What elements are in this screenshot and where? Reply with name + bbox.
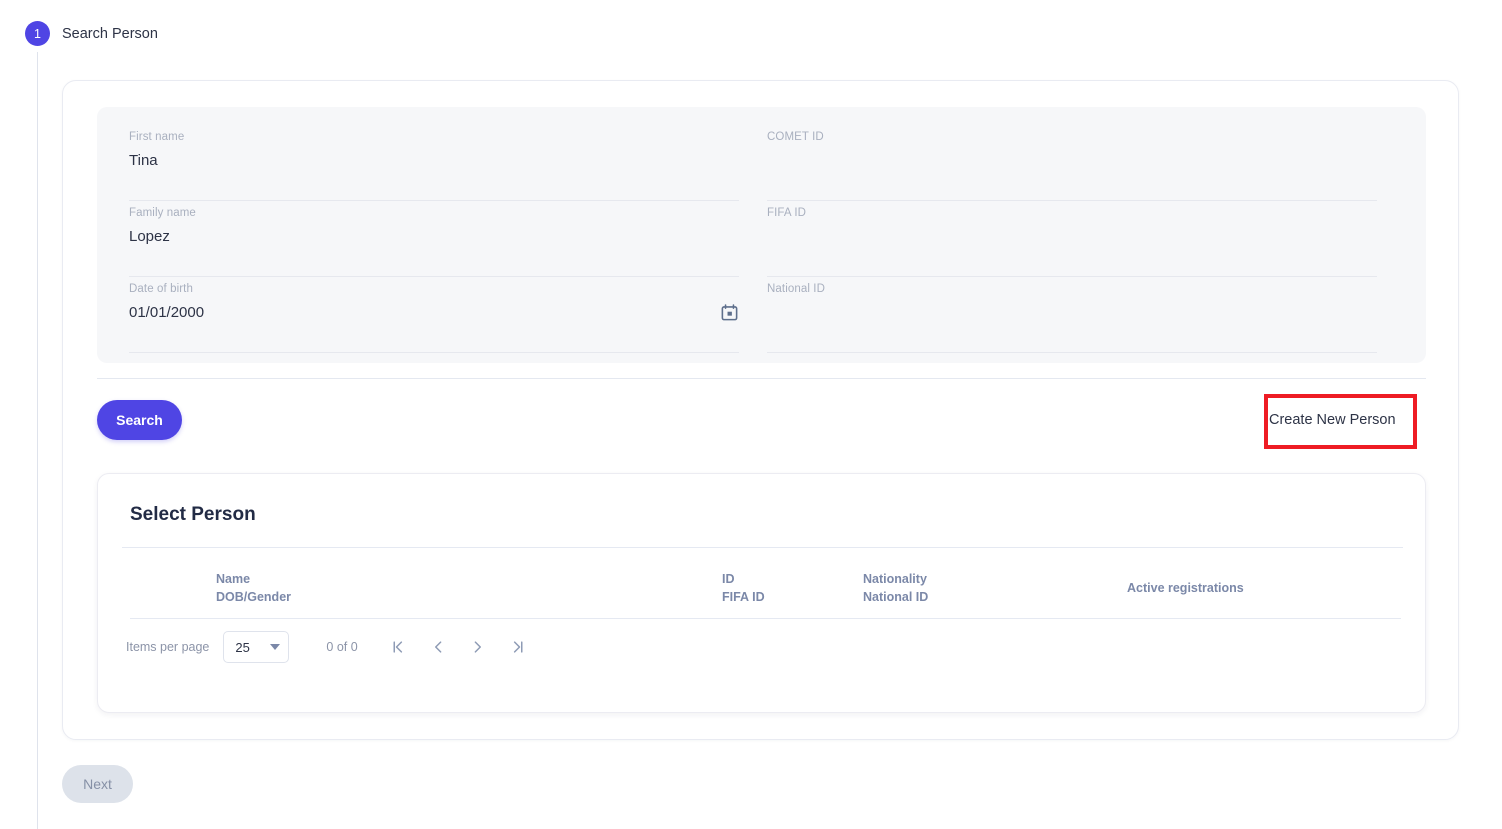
field-label: FIFA ID — [767, 207, 806, 219]
column-header-line2: National ID — [863, 588, 928, 606]
stepper-header: 1 Search Person — [25, 21, 158, 46]
actions-divider — [97, 378, 1426, 379]
items-per-page-select[interactable]: 25 — [223, 631, 289, 663]
field-label: National ID — [767, 283, 825, 295]
first-name-input[interactable]: Tina — [129, 152, 158, 169]
column-header-nationality: Nationality National ID — [863, 570, 928, 606]
next-page-button[interactable] — [467, 636, 489, 658]
items-per-page-label: Items per page — [126, 640, 209, 654]
field-first-name[interactable]: First name Tina — [129, 131, 767, 207]
column-header-line2: FIFA ID — [722, 588, 765, 606]
column-header-line1: Name — [216, 572, 250, 586]
select-person-card: Select Person Name DOB/Gender ID FIFA ID… — [97, 473, 1426, 713]
search-form-grid: First name Tina COMET ID Family name Lop… — [129, 131, 1394, 359]
previous-page-button[interactable] — [427, 636, 449, 658]
page-root: 1 Search Person First name Tina COMET ID — [0, 0, 1502, 829]
field-family-name[interactable]: Family name Lopez — [129, 207, 767, 283]
step-number-badge: 1 — [25, 21, 50, 46]
field-label: Date of birth — [129, 283, 193, 295]
items-per-page-value: 25 — [235, 640, 249, 655]
select-person-title: Select Person — [130, 504, 256, 526]
column-header-line2: DOB/Gender — [216, 588, 291, 606]
field-comet-id[interactable]: COMET ID — [767, 131, 1405, 207]
column-header-line1: ID — [722, 572, 735, 586]
paginator: Items per page 25 0 of 0 — [126, 627, 529, 667]
create-new-person-button[interactable]: Create New Person — [1269, 406, 1396, 434]
results-table-header: Name DOB/Gender ID FIFA ID Nationality N… — [130, 567, 1401, 619]
search-button[interactable]: Search — [97, 400, 182, 440]
field-label: Family name — [129, 207, 196, 219]
column-header-line1: Nationality — [863, 572, 927, 586]
calendar-icon[interactable] — [720, 303, 739, 322]
column-header-name: Name DOB/Gender — [216, 570, 291, 606]
field-fifa-id[interactable]: FIFA ID — [767, 207, 1405, 283]
search-person-card: First name Tina COMET ID Family name Lop… — [62, 80, 1459, 740]
select-person-divider — [122, 547, 1403, 548]
last-page-button[interactable] — [507, 636, 529, 658]
first-page-button[interactable] — [387, 636, 409, 658]
field-national-id[interactable]: National ID — [767, 283, 1405, 359]
field-date-of-birth[interactable]: Date of birth 01/01/2000 — [129, 283, 767, 359]
family-name-input[interactable]: Lopez — [129, 228, 170, 245]
stepper-connector-line — [37, 52, 38, 829]
date-of-birth-input[interactable]: 01/01/2000 — [129, 304, 204, 321]
column-header-line1: Active registrations — [1127, 581, 1244, 595]
step-title: Search Person — [62, 26, 158, 42]
column-header-active-registrations: Active registrations — [1127, 579, 1244, 597]
field-label: COMET ID — [767, 131, 824, 143]
page-range-label: 0 of 0 — [326, 640, 357, 654]
next-button[interactable]: Next — [62, 765, 133, 803]
field-label: First name — [129, 131, 184, 143]
column-header-id: ID FIFA ID — [722, 570, 765, 606]
chevron-down-icon — [270, 644, 280, 650]
paginator-buttons — [387, 636, 529, 658]
search-form-panel: First name Tina COMET ID Family name Lop… — [97, 107, 1426, 363]
